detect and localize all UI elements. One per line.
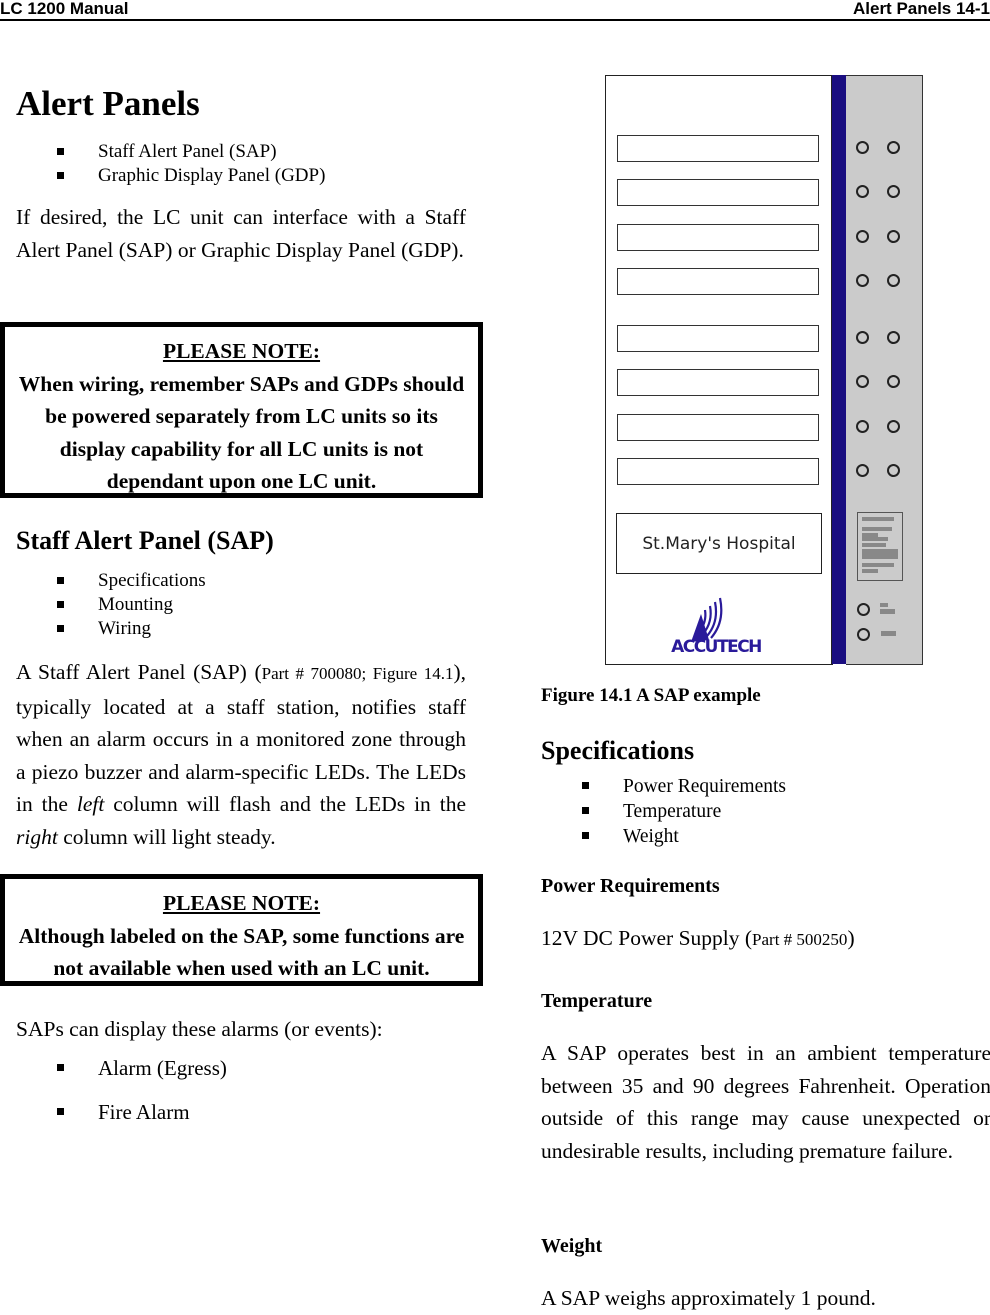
intro-bullet-list: Staff Alert Panel (SAP) Graphic Display …	[16, 140, 466, 188]
led-steady-icon	[887, 141, 900, 154]
manual-title: LC 1200 Manual	[0, 0, 129, 18]
zone-label-slot	[617, 325, 819, 352]
please-note-box-functions: PLEASE NOTE: Although labeled on the SAP…	[0, 874, 483, 986]
part-reference: Part # 700080; Figure 14.1	[261, 664, 454, 683]
list-item: Staff Alert Panel (SAP)	[16, 140, 466, 164]
led-steady-icon	[887, 274, 900, 287]
list-item: Fire Alarm	[16, 1090, 466, 1134]
temperature-text: A SAP operates best in an ambient temper…	[541, 1041, 990, 1163]
led-flash-icon	[856, 420, 869, 433]
bullet-square-icon	[57, 625, 64, 632]
sap-front-panel: St.Mary's Hospital ACCUTECH	[605, 75, 833, 665]
zone-label-slot	[617, 458, 819, 485]
weight-heading: Weight	[541, 1235, 603, 1257]
note-text: Although labeled on the SAP, some functi…	[18, 923, 465, 981]
list-item: Weight	[541, 824, 981, 849]
list-item: Graphic Display Panel (GDP)	[16, 164, 466, 188]
led-steady-icon	[887, 464, 900, 477]
list-item: Wiring	[16, 617, 466, 641]
intro-paragraph: If desired, the LC unit can interface wi…	[16, 205, 466, 262]
led-steady-icon	[887, 331, 900, 344]
sap-description-paragraph: A Staff Alert Panel (SAP) (Part # 700080…	[16, 660, 466, 849]
status-led-icon	[857, 628, 870, 641]
bullet-square-icon	[57, 1064, 64, 1071]
bullet-square-icon	[57, 148, 64, 155]
panel-accent-stripe	[831, 75, 847, 664]
legend-card-icon	[857, 512, 903, 581]
led-steady-icon	[887, 230, 900, 243]
bullet-square-icon	[582, 807, 589, 814]
power-requirements-text: 12V DC Power Supply (Part # 500250)	[541, 926, 855, 950]
zone-label-slot	[617, 369, 819, 396]
page-title: Alert Panels	[16, 84, 200, 123]
bullet-square-icon	[582, 832, 589, 839]
led-flash-icon	[856, 141, 869, 154]
led-flash-icon	[856, 230, 869, 243]
led-steady-icon	[887, 375, 900, 388]
page-header: LC 1200 Manual Alert Panels 14-1	[0, 0, 990, 21]
sap-section-heading: Staff Alert Panel (SAP)	[16, 526, 274, 555]
led-flash-icon	[856, 464, 869, 477]
led-flash-icon	[856, 331, 869, 344]
led-flash-icon	[856, 185, 869, 198]
led-flash-icon	[856, 274, 869, 287]
zone-label-slot	[617, 179, 819, 206]
facility-name-plate: St.Mary's Hospital	[616, 513, 822, 574]
bullet-square-icon	[57, 172, 64, 179]
figure-caption: Figure 14.1 A SAP example	[541, 685, 761, 706]
note-heading: PLEASE NOTE:	[162, 339, 321, 363]
zone-label-slot	[617, 135, 819, 162]
list-item: Power Requirements	[541, 774, 981, 799]
led-steady-icon	[887, 185, 900, 198]
zone-label-slot	[617, 268, 819, 295]
bullet-square-icon	[582, 782, 589, 789]
specifications-list: Power Requirements Temperature Weight	[541, 774, 981, 849]
please-note-box-wiring: PLEASE NOTE: When wiring, remember SAPs …	[0, 322, 483, 498]
logo-text: ACCUTECH	[671, 637, 761, 656]
bullet-square-icon	[57, 601, 64, 608]
bullet-square-icon	[57, 1108, 64, 1115]
zone-label-slot	[617, 224, 819, 251]
note-text: When wiring, remember SAPs and GDPs shou…	[18, 371, 465, 494]
list-item: Mounting	[16, 593, 466, 617]
sap-topics-list: Specifications Mounting Wiring	[16, 569, 466, 641]
list-item: Specifications	[16, 569, 466, 593]
temperature-heading: Temperature	[541, 990, 653, 1012]
note-heading: PLEASE NOTE:	[162, 891, 321, 915]
list-item: Temperature	[541, 799, 981, 824]
led-steady-icon	[887, 420, 900, 433]
power-requirements-heading: Power Requirements	[541, 875, 720, 897]
part-reference: Part # 500250	[752, 930, 848, 949]
alarm-types-list: Alarm (Egress) Fire Alarm	[16, 1046, 466, 1134]
chapter-page-label: Alert Panels 14-1	[852, 0, 990, 18]
led-flash-icon	[856, 375, 869, 388]
list-item: Alarm (Egress)	[16, 1046, 466, 1090]
bullet-square-icon	[57, 577, 64, 584]
specifications-heading: Specifications	[541, 736, 695, 765]
accutech-logo-icon: ACCUTECH	[671, 597, 763, 656]
zone-label-slot	[617, 414, 819, 441]
power-led-icon	[857, 603, 870, 616]
sap-figure: St.Mary's Hospital ACCUTECH	[605, 75, 923, 665]
alarms-intro-text: SAPs can display these alarms (or events…	[16, 1017, 383, 1041]
